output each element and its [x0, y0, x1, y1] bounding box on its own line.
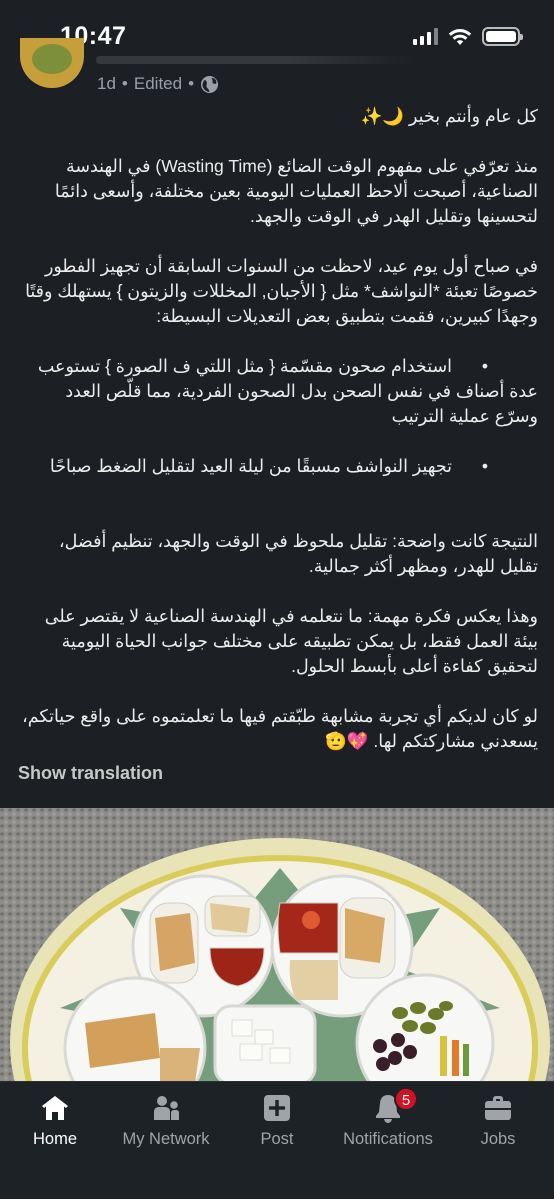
post-age: 1d — [97, 74, 116, 93]
bullet-text-rest: عدة أصناف في نفس الصحن بدل الصحون الفردي… — [65, 381, 538, 426]
edited-label: Edited — [133, 74, 183, 93]
nav-jobs[interactable]: Jobs — [474, 1082, 522, 1162]
nav-home[interactable]: Home — [22, 1082, 88, 1162]
post-paragraph: لو كان لديكم أي تجربة مشابهة طبّقتم فيها… — [22, 706, 538, 751]
post-paragraph: النتيجة كانت واضحة: تقليل ملحوظ في الوقت… — [59, 531, 538, 576]
network-icon — [154, 1096, 179, 1120]
bullet-dot: • — [481, 356, 488, 376]
post-header: 1d • Edited • — [0, 38, 554, 98]
nav-my-network[interactable]: My Network — [114, 1082, 218, 1162]
post-paragraph: كل عام وأنتم بخير 🌙✨ — [360, 106, 538, 126]
post-paragraph: في صباح أول يوم عيد، لاحظت من السنوات ال… — [25, 256, 538, 326]
nav-label-post: Post — [260, 1130, 294, 1148]
divided-plates-photo — [0, 808, 554, 1083]
post-image[interactable] — [0, 808, 554, 1083]
status-icons — [413, 27, 523, 46]
author-name-partial[interactable] — [96, 56, 416, 64]
cellular-signal-icon — [413, 28, 438, 45]
post-text: كل عام وأنتم بخير 🌙✨ منذ تعرّفي على مفهو… — [18, 104, 538, 779]
meta-separator: • — [188, 74, 195, 93]
meta-separator: • — [121, 74, 128, 93]
post-meta: 1d • Edited • — [97, 74, 219, 94]
nav-label-notifications: Notifications — [343, 1130, 433, 1148]
post-paragraph: منذ تعرّفي على مفهوم الوقت الضائع (Wasti… — [54, 156, 538, 226]
wifi-icon — [448, 28, 472, 45]
nav-notifications[interactable]: 5 Notifications — [334, 1082, 442, 1162]
bullet-text-first-line: تجهيز النواشف مسبقًا من ليلة العيد لتقلي… — [49, 456, 452, 476]
bullet-item: • تجهيز النواشف مسبقًا من ليلة العيد لتق… — [18, 454, 538, 479]
show-translation-link[interactable]: Show translation — [18, 763, 163, 784]
bullet-item: • استخدام صحون مقسّمة { مثل اللتي ف الصو… — [18, 354, 538, 429]
bullet-text-first-line: استخدام صحون مقسّمة { مثل اللتي ف الصورة… — [37, 356, 452, 376]
globe-icon — [200, 75, 219, 93]
nav-label-jobs: Jobs — [480, 1130, 516, 1148]
app-screen: 10:47 1d • Edited • كل عام وأنتم بخير 🌙✨… — [0, 0, 554, 1199]
bullet-dot: • — [481, 456, 488, 476]
battery-icon — [482, 27, 523, 46]
bell-icon-wrap: 5 — [372, 1087, 418, 1124]
bottom-navigation: Home My Network Post 5 Notifications Job… — [0, 1081, 554, 1199]
post-icon — [264, 1095, 290, 1121]
briefcase-icon — [485, 1096, 511, 1120]
home-icon — [42, 1096, 68, 1120]
author-avatar[interactable] — [20, 38, 84, 88]
nav-label-home: Home — [32, 1130, 77, 1148]
nav-label-my-network: My Network — [122, 1130, 210, 1148]
notification-count-badge: 5 — [394, 1087, 418, 1111]
post-paragraph: وهذا يعكس فكرة مهمة: ما نتعلمه في الهندس… — [44, 606, 538, 676]
nav-post[interactable]: Post — [250, 1082, 304, 1162]
